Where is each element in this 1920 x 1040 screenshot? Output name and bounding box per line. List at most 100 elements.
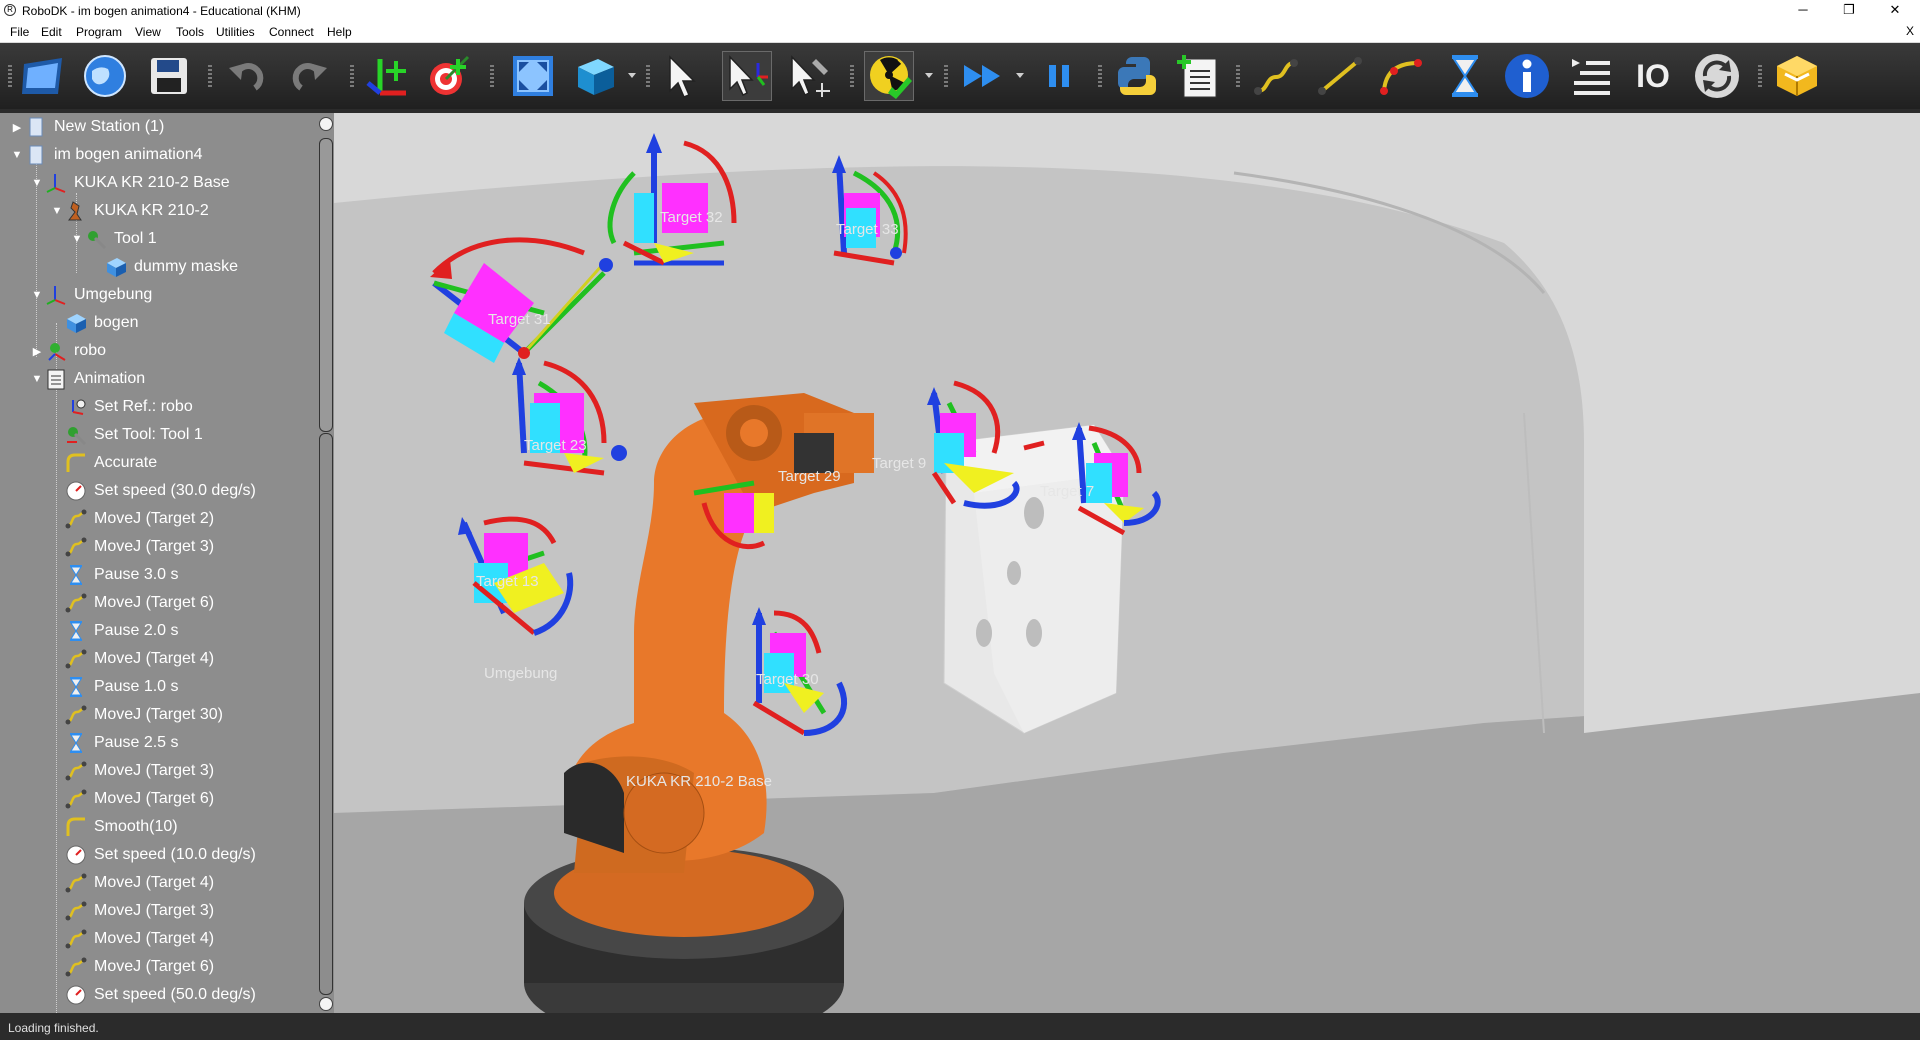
program-instruction[interactable]: MoveJ (Target 30) [64,701,223,729]
tree-item-tool-1[interactable]: ▼ Tool 1 [70,225,157,253]
menu-program[interactable]: Program [76,25,122,39]
add-reference-frame-icon[interactable] [362,51,412,101]
label-target-31: Target 31 [488,311,551,328]
close-document-button[interactable]: X [1906,24,1914,38]
add-program-icon[interactable] [1174,51,1224,101]
collision-dropdown-arrow[interactable] [925,73,933,78]
minimize-button[interactable]: ─ [1780,0,1826,22]
program-instruction[interactable]: MoveJ (Target 2) [64,505,214,533]
tree-item-robo[interactable]: ▶ robo [30,337,106,365]
toolbar-separator [646,65,650,87]
toolbar-separator [208,65,212,87]
move-tool-icon[interactable] [784,51,834,101]
rounding-icon [64,452,88,474]
tree-item-kuka-base[interactable]: ▼ KUKA KR 210-2 Base [30,169,230,197]
program-instruction[interactable]: MoveJ (Target 6) [64,953,214,981]
scroll-thumb[interactable] [319,138,333,432]
collapse-arrow-icon[interactable]: ▼ [30,373,44,385]
tree-item-kuka-robot[interactable]: ▼ KUKA KR 210-2 [50,197,209,225]
label-target-23: Target 23 [524,437,587,454]
undo-icon[interactable] [222,51,272,101]
speed-icon [64,844,88,866]
program-instruction[interactable]: MoveJ (Target 6) [64,785,214,813]
scroll-up-button[interactable] [319,117,333,131]
collision-check-icon[interactable] [864,51,914,101]
move-joint-icon[interactable] [1250,51,1300,101]
simulation-speed-dropdown-arrow[interactable] [1016,73,1024,78]
move-reference-icon[interactable] [722,51,772,101]
program-instruction[interactable]: MoveJ (Target 4) [64,869,214,897]
pause-simulation-icon[interactable] [1034,51,1084,101]
program-instruction[interactable]: Set speed (30.0 deg/s) [64,477,256,505]
tree-scrollbar[interactable] [318,113,334,1013]
program-call-icon[interactable] [1566,51,1616,101]
menu-bar: File Edit Program View Tools Utilities C… [0,22,1920,43]
tree-item-animation[interactable]: ▼ Animation [30,365,145,393]
collapse-arrow-icon[interactable]: ▼ [30,177,44,189]
view-dropdown-arrow[interactable] [628,73,636,78]
program-instruction[interactable]: Set speed (10.0 deg/s) [64,841,256,869]
program-instruction[interactable]: Set speed (50.0 deg/s) [64,981,256,1009]
scroll-track[interactable] [319,433,333,995]
program-instruction[interactable]: Pause 1.0 s [64,673,179,701]
instruction-label: Pause 3.0 s [94,566,179,583]
tree-item-new-station[interactable]: ▶ New Station (1) [10,113,164,141]
maximize-button[interactable]: ❐ [1826,0,1872,22]
expand-arrow-icon[interactable]: ▶ [10,121,24,134]
tree-item-bogen[interactable]: bogen [64,309,139,337]
program-instruction[interactable]: MoveJ (Target 4) [64,925,214,953]
add-target-icon[interactable] [424,51,474,101]
fast-simulation-icon[interactable] [958,51,1008,101]
view-iso-icon[interactable] [570,51,620,101]
save-station-icon[interactable] [144,51,194,101]
package-icon[interactable] [1772,51,1822,101]
program-instruction[interactable]: MoveJ (Target 3) [64,897,214,925]
program-instruction[interactable]: Pause 2.0 s [64,617,179,645]
open-station-icon[interactable] [18,51,68,101]
open-online-library-icon[interactable] [80,51,130,101]
set-reference-icon [64,396,88,418]
select-icon[interactable] [660,51,710,101]
tree-item-im-bogen-animation4[interactable]: ▼ im bogen animation4 [10,141,203,169]
close-button[interactable]: ✕ [1872,0,1918,22]
reference-frame-icon [44,284,68,306]
collapse-arrow-icon[interactable]: ▼ [10,149,24,161]
collapse-arrow-icon[interactable]: ▼ [50,205,64,217]
program-instruction[interactable]: Pause 3.0 s [64,561,179,589]
3d-viewport[interactable]: Target 31 Target 32 Target 33 Target 23 … [334,113,1920,1013]
fit-all-icon[interactable] [508,51,558,101]
program-instruction[interactable]: MoveJ (Target 3) [64,757,214,785]
menu-view[interactable]: View [135,25,161,39]
program-instruction[interactable]: Smooth(10) [64,813,178,841]
collapse-arrow-icon[interactable]: ▼ [70,233,84,245]
move-linear-icon[interactable] [1314,51,1364,101]
movej-icon [64,788,88,810]
io-icon[interactable]: IO [1628,51,1678,101]
menu-utilities[interactable]: Utilities [216,25,255,39]
python-icon[interactable] [1110,51,1160,101]
program-instruction[interactable]: MoveJ (Target 3) [64,533,214,561]
pause-instruction-icon[interactable] [1440,51,1490,101]
tree-item-umgebung[interactable]: ▼ Umgebung [30,281,152,309]
expand-arrow-icon[interactable]: ▶ [30,345,44,358]
menu-tools[interactable]: Tools [176,25,204,39]
menu-help[interactable]: Help [327,25,352,39]
program-instruction[interactable]: MoveJ (Target 6) [64,589,214,617]
collapse-arrow-icon[interactable]: ▼ [30,289,44,301]
scroll-down-button[interactable] [319,997,333,1011]
program-instruction[interactable]: MoveJ (Target 4) [64,645,214,673]
pause-icon [64,620,88,642]
program-instruction[interactable]: Set Ref.: robo [64,393,193,421]
menu-edit[interactable]: Edit [41,25,62,39]
redo-icon[interactable] [284,51,334,101]
movej-icon [64,508,88,530]
move-circular-icon[interactable] [1376,51,1426,101]
program-instruction[interactable]: Accurate [64,449,157,477]
program-instruction[interactable]: Pause 2.5 s [64,729,179,757]
program-instruction[interactable]: Set Tool: Tool 1 [64,421,203,449]
message-info-icon[interactable] [1502,51,1552,101]
menu-file[interactable]: File [10,25,29,39]
menu-connect[interactable]: Connect [269,25,314,39]
refresh-icon[interactable] [1692,51,1742,101]
tree-item-dummy-maske[interactable]: dummy maske [104,253,238,281]
